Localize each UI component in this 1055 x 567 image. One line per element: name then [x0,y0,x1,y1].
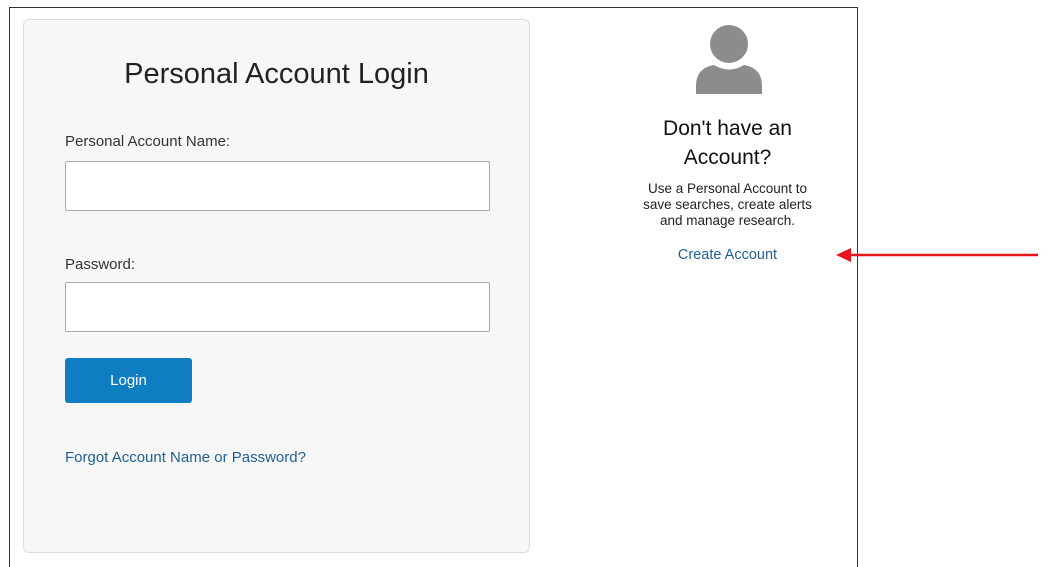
login-title: Personal Account Login [124,58,429,90]
account-name-label: Personal Account Name: [65,133,231,150]
signup-description: Use a Personal Account to save searches,… [610,181,845,229]
signup-description-line2: save searches, create alerts [643,197,812,212]
user-silhouette-icon [696,25,762,94]
account-name-input[interactable] [65,161,490,211]
forgot-credentials-link[interactable]: Forgot Account Name or Password? [65,449,306,466]
password-input[interactable] [65,282,490,332]
create-account-link[interactable]: Create Account [610,247,845,263]
signup-panel: Don't have an Account? Use a Personal Ac… [610,8,845,308]
login-panel: Personal Account Login Personal Account … [23,19,530,553]
password-label: Password: [65,256,136,273]
signup-heading-line1: Don't have an [663,117,792,140]
signup-heading-line2: Account? [683,146,772,169]
page-frame: Personal Account Login Personal Account … [9,7,858,567]
login-button[interactable]: Login [65,358,192,403]
red-arrow-annotation [836,248,1038,262]
signup-description-line3: and manage research. [659,213,796,228]
signup-heading: Don't have an Account? [610,114,845,172]
signup-description-line1: Use a Personal Account to [647,181,808,196]
